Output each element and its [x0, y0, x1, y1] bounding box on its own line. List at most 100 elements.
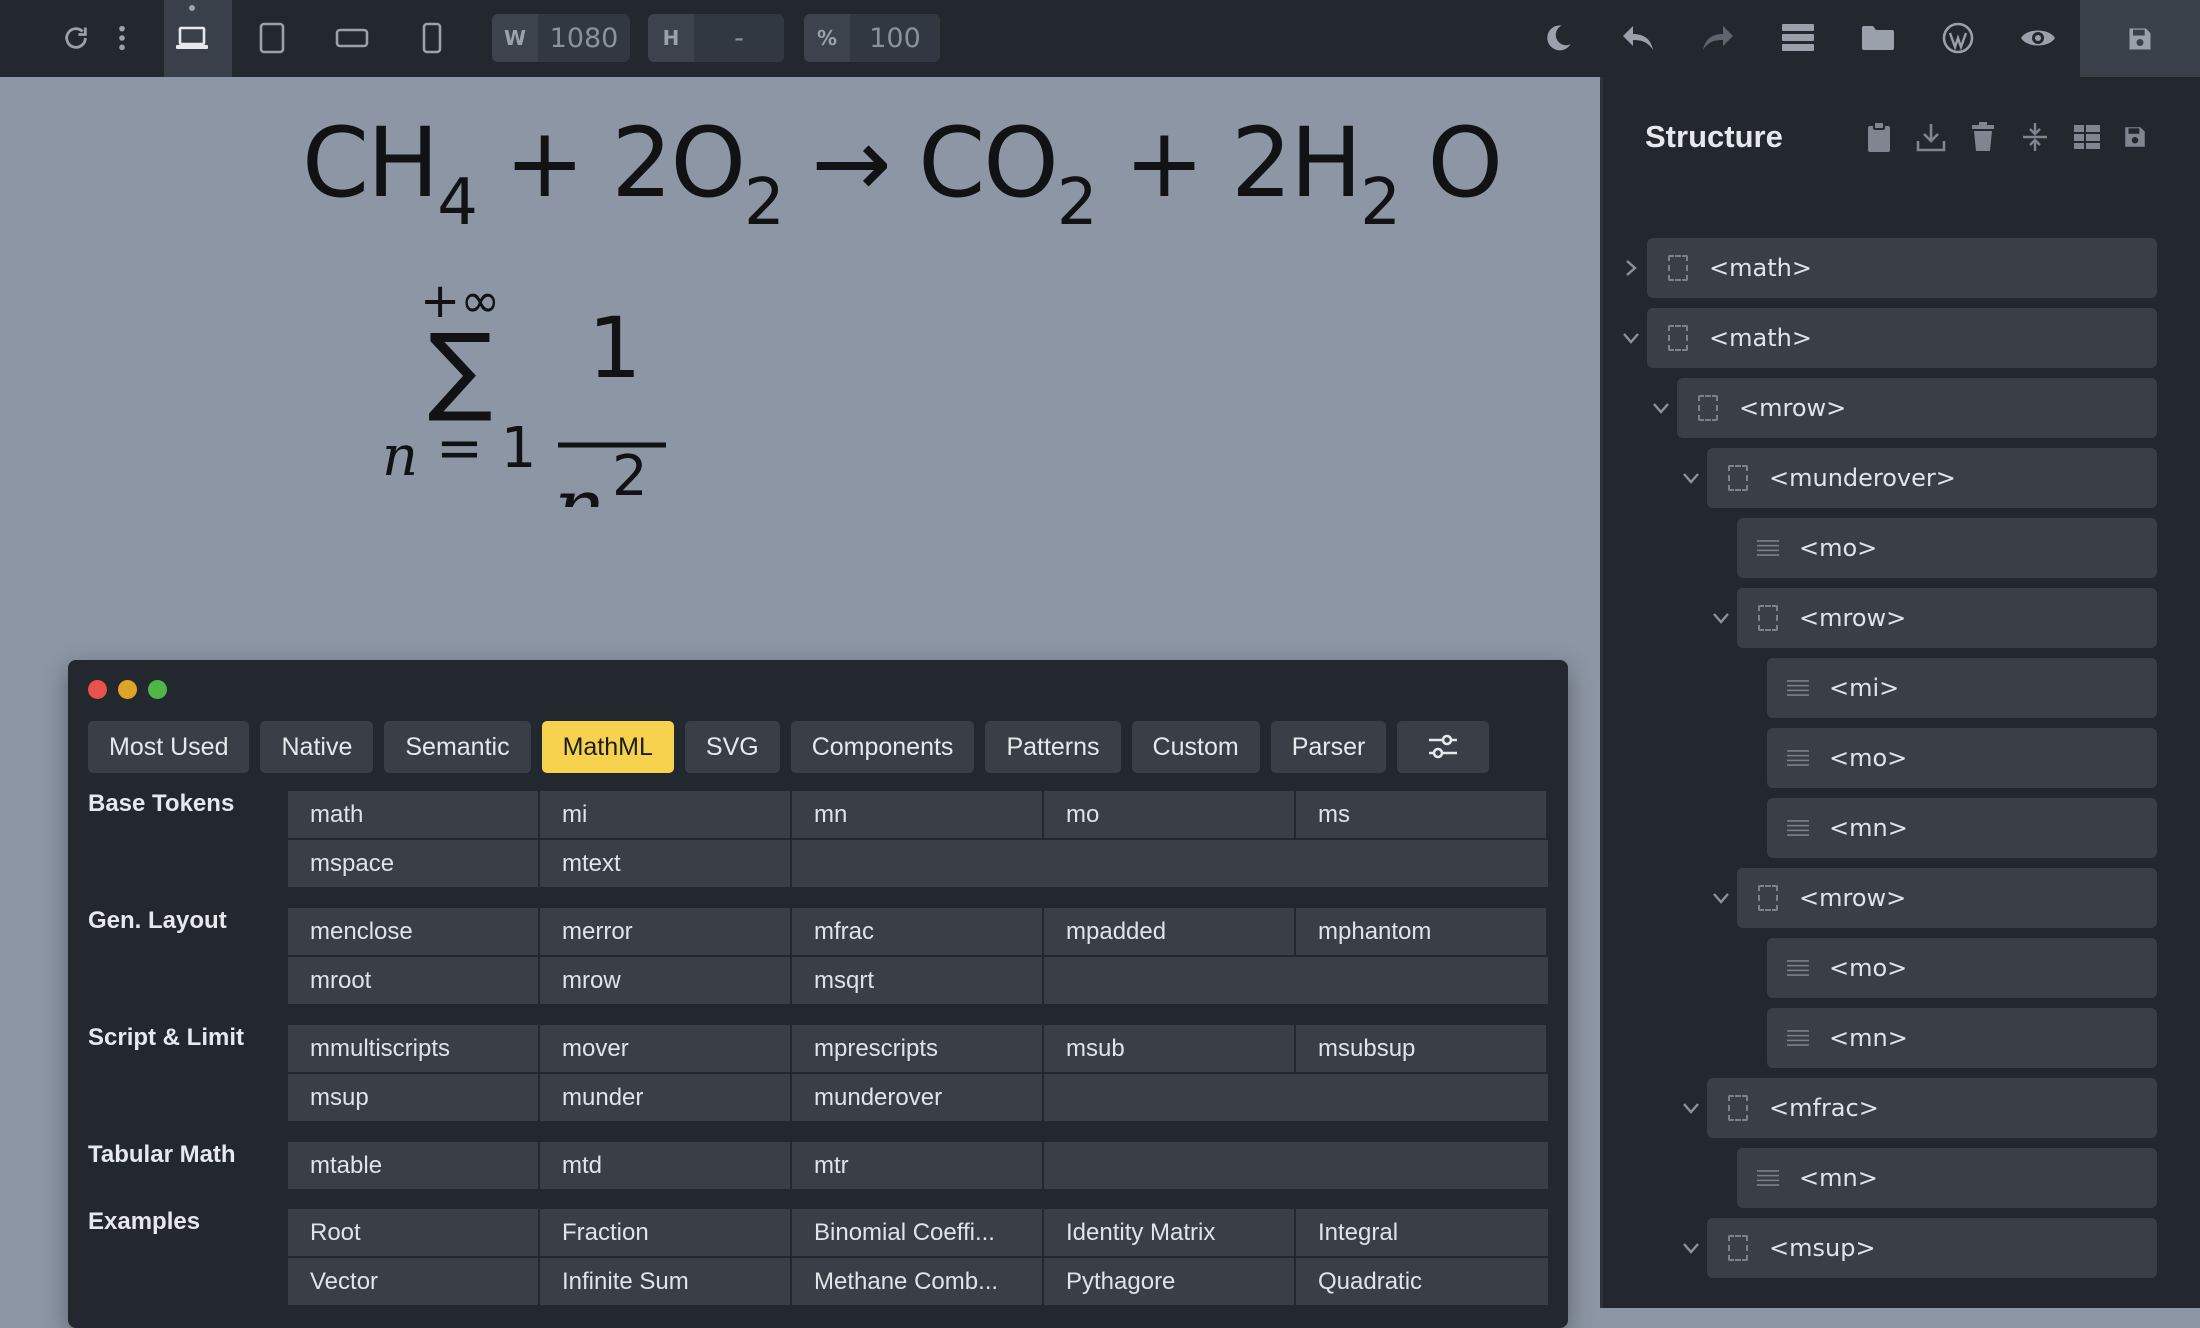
infinite-sum-formula[interactable]: +∞ ∑ n = 1 1 n 2 [380, 267, 680, 507]
folder-icon[interactable] [1856, 16, 1900, 60]
tree-node[interactable]: <mo> [1767, 938, 2157, 998]
moon-icon[interactable] [1536, 16, 1580, 60]
element-mtr[interactable]: mtr [792, 1142, 1044, 1191]
more-vertical-icon[interactable] [100, 16, 144, 60]
clipboard-icon[interactable] [1861, 119, 1897, 155]
example-pythagore[interactable]: Pythagore [1044, 1258, 1296, 1307]
undo-icon[interactable] [1616, 16, 1660, 60]
example-integral[interactable]: Integral [1296, 1209, 1548, 1258]
maximize-dot[interactable] [148, 680, 167, 699]
tree-node[interactable]: <msup> [1707, 1218, 2157, 1278]
chevron-down-icon[interactable] [1679, 1096, 1703, 1120]
element-mpadded[interactable]: mpadded [1044, 908, 1296, 957]
tree-node[interactable]: <mn> [1767, 798, 2157, 858]
tree-node[interactable]: <math> [1647, 308, 2157, 368]
element-mtable[interactable]: mtable [288, 1142, 540, 1191]
download-icon[interactable] [1913, 119, 1949, 155]
save-button[interactable] [2080, 0, 2200, 77]
tree-node[interactable]: <mrow> [1677, 378, 2157, 438]
trash-icon[interactable] [1965, 119, 2001, 155]
collapse-icon[interactable] [2017, 119, 2053, 155]
close-dot[interactable] [88, 680, 107, 699]
element-msup[interactable]: msup [288, 1074, 540, 1123]
chevron-right-icon[interactable] [1619, 256, 1643, 280]
element-msub[interactable]: msub [1044, 1025, 1296, 1074]
example-methane[interactable]: Methane Comb... [792, 1258, 1044, 1307]
tree-node[interactable]: <mn> [1767, 1008, 2157, 1068]
example-root[interactable]: Root [288, 1209, 540, 1258]
width-value[interactable]: 1080 [538, 23, 630, 54]
tablet-icon[interactable] [250, 16, 294, 60]
minimize-dot[interactable] [118, 680, 137, 699]
tree-node[interactable]: <munderover> [1707, 448, 2157, 508]
tab-native[interactable]: Native [260, 721, 374, 773]
eye-icon[interactable] [2016, 16, 2060, 60]
example-quadratic[interactable]: Quadratic [1296, 1258, 1548, 1307]
element-mtd[interactable]: mtd [540, 1142, 792, 1191]
tree-node[interactable]: <mi> [1767, 658, 2157, 718]
table-icon[interactable] [2069, 119, 2105, 155]
tab-patterns[interactable]: Patterns [985, 721, 1121, 773]
example-fraction[interactable]: Fraction [540, 1209, 792, 1258]
tree-node[interactable]: <mrow> [1737, 868, 2157, 928]
chevron-down-icon[interactable] [1619, 326, 1643, 350]
element-mmultiscripts[interactable]: mmultiscripts [288, 1025, 540, 1074]
element-mover[interactable]: mover [540, 1025, 792, 1074]
chevron-down-icon[interactable] [1709, 606, 1733, 630]
example-identity-matrix[interactable]: Identity Matrix [1044, 1209, 1296, 1258]
element-mn[interactable]: mn [792, 791, 1044, 840]
zoom-value[interactable]: 100 [850, 23, 940, 54]
element-mphantom[interactable]: mphantom [1296, 908, 1548, 957]
tab-components[interactable]: Components [790, 721, 975, 773]
tree-node[interactable]: <mo> [1767, 728, 2157, 788]
chevron-down-icon[interactable] [1679, 1236, 1703, 1260]
chevron-down-icon[interactable] [1709, 886, 1733, 910]
width-field[interactable]: W 1080 [492, 14, 630, 62]
tree-node[interactable]: <mrow> [1737, 588, 2157, 648]
element-mspace[interactable]: mspace [288, 840, 540, 889]
refresh-icon[interactable] [54, 16, 98, 60]
save-template-icon[interactable] [2117, 119, 2153, 155]
element-mroot[interactable]: mroot [288, 957, 540, 1006]
tablet-landscape-icon[interactable] [330, 16, 374, 60]
element-msubsup[interactable]: msubsup [1296, 1025, 1548, 1074]
tab-parser[interactable]: Parser [1270, 721, 1387, 773]
settings-sliders-button[interactable] [1397, 721, 1490, 773]
editor-canvas[interactable]: CH4 + 2O2 → CO2 + 2H2 O +∞ ∑ n = 1 1 n 2… [0, 77, 1600, 1328]
wordpress-icon[interactable] [1936, 16, 1980, 60]
height-field[interactable]: H - [648, 14, 784, 62]
element-mo[interactable]: mo [1044, 791, 1296, 840]
mobile-icon[interactable] [410, 16, 454, 60]
element-munder[interactable]: munder [540, 1074, 792, 1123]
element-ms[interactable]: ms [1296, 791, 1548, 840]
tree-node[interactable]: <math> [1647, 238, 2157, 298]
tab-custom[interactable]: Custom [1131, 721, 1260, 773]
element-mtext[interactable]: mtext [540, 840, 792, 889]
element-mfrac[interactable]: mfrac [792, 908, 1044, 957]
laptop-icon[interactable] [170, 16, 214, 60]
tab-mathml[interactable]: MathML [541, 721, 674, 773]
element-msqrt[interactable]: msqrt [792, 957, 1044, 1006]
tree-node[interactable]: <mfrac> [1707, 1078, 2157, 1138]
element-merror[interactable]: merror [540, 908, 792, 957]
tree-node[interactable]: <mn> [1737, 1148, 2157, 1208]
example-infinite-sum[interactable]: Infinite Sum [540, 1258, 792, 1307]
element-mrow[interactable]: mrow [540, 957, 792, 1006]
element-menclose[interactable]: menclose [288, 908, 540, 957]
zoom-field[interactable]: % 100 [804, 14, 940, 62]
element-mi[interactable]: mi [540, 791, 792, 840]
redo-icon[interactable] [1696, 16, 1740, 60]
tree-node[interactable]: <mo> [1737, 518, 2157, 578]
methane-combustion-equation[interactable]: CH4 + 2O2 → CO2 + 2H2 O [302, 107, 1503, 240]
element-mprescripts[interactable]: mprescripts [792, 1025, 1044, 1074]
element-math[interactable]: math [288, 791, 540, 840]
example-vector[interactable]: Vector [288, 1258, 540, 1307]
example-binomial[interactable]: Binomial Coeffi... [792, 1209, 1044, 1258]
chevron-down-icon[interactable] [1649, 396, 1673, 420]
tab-semantic[interactable]: Semantic [384, 721, 531, 773]
list-rows-icon[interactable] [1776, 16, 1820, 60]
height-value[interactable]: - [694, 23, 784, 54]
tab-svg[interactable]: SVG [684, 721, 780, 773]
tab-most-used[interactable]: Most Used [88, 721, 250, 773]
element-munderover[interactable]: munderover [792, 1074, 1044, 1123]
